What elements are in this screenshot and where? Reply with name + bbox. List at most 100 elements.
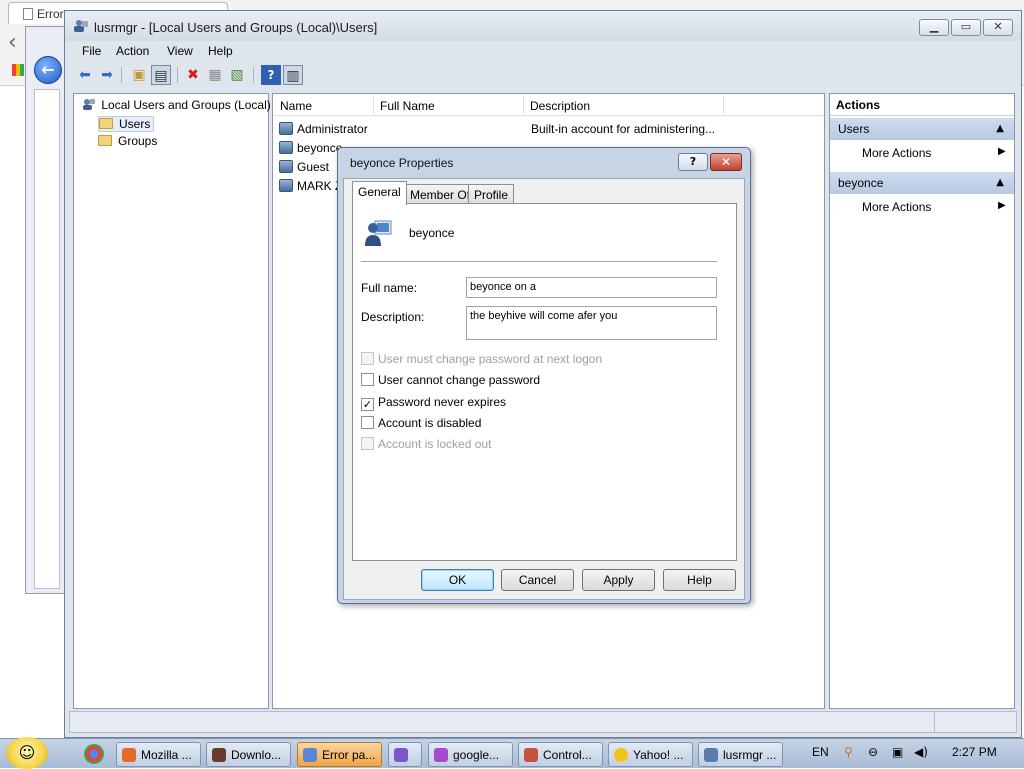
checkbox-box (361, 437, 374, 450)
tree-item-groups[interactable]: Groups (98, 134, 157, 148)
menu-action[interactable]: Action (116, 44, 149, 58)
account-disabled-checkbox[interactable]: Account is disabled (361, 416, 481, 430)
browser-tab-title: Error (37, 7, 64, 21)
checkbox-box (361, 352, 374, 365)
taskbar-item-error-page[interactable]: Error pa... (297, 742, 382, 767)
show-hide-tree-icon[interactable]: ▤ (151, 65, 171, 85)
back-arrow-icon[interactable]: ← (34, 56, 62, 84)
users-app-icon (74, 20, 88, 32)
list-row-guest[interactable]: Guest (279, 160, 329, 174)
browser-back-icon[interactable]: ‹ (8, 30, 17, 55)
checkbox-box[interactable] (361, 373, 374, 386)
close-button[interactable]: ✕ (983, 19, 1013, 36)
folder-icon (98, 135, 112, 146)
taskbar-item-downloads[interactable]: Downlo... (206, 742, 291, 767)
more-actions-label: More Actions (862, 146, 932, 160)
checkbox-label: Password never expires (378, 395, 507, 409)
collapse-icon[interactable]: ▲ (996, 177, 1004, 188)
row-name: MARK Z (297, 179, 343, 193)
downloads-icon (212, 748, 226, 762)
delete-icon[interactable]: ✖ (183, 65, 203, 85)
apply-button[interactable]: Apply (582, 569, 655, 591)
list-row-beyonce[interactable]: beyonce (279, 141, 342, 155)
dialog-title: beyonce Properties (350, 156, 454, 170)
more-actions-users[interactable]: More Actions ▶ (862, 146, 1006, 160)
chrome-icon[interactable] (84, 744, 104, 764)
control-panel-icon (524, 748, 538, 762)
more-actions-label: More Actions (862, 200, 932, 214)
taskbar-item-mozilla[interactable]: Mozilla ... (116, 742, 201, 767)
tree-root[interactable]: Local Users and Groups (Local) (82, 98, 271, 112)
ok-button[interactable]: OK (421, 569, 494, 591)
actions-section-beyonce[interactable]: beyonce ▲ (830, 172, 1014, 194)
volume-icon[interactable]: ◀) (914, 745, 928, 759)
taskbar-item-browser[interactable] (388, 742, 422, 767)
properties-icon[interactable]: ▦ (205, 65, 225, 85)
row-name: Administrator (297, 122, 368, 136)
full-name-field[interactable]: beyonce on a (466, 277, 717, 298)
menu-bar: File Action View Help (65, 41, 1021, 61)
back-icon[interactable]: ⬅ (75, 65, 95, 85)
menu-help[interactable]: Help (208, 44, 233, 58)
col-name[interactable]: Name (280, 99, 312, 113)
separator (361, 261, 717, 262)
window-title: lusrmgr - [Local Users and Groups (Local… (94, 20, 378, 35)
tab-member-of[interactable]: Member Of (404, 184, 477, 204)
taskbar-item-google[interactable]: google... (428, 742, 513, 767)
tray-app-icon[interactable]: ⊖ (868, 745, 878, 759)
password-never-expires-checkbox[interactable]: ✓ Password never expires (361, 395, 506, 411)
description-field[interactable]: the beyhive will come afer you (466, 306, 717, 340)
col-full-name[interactable]: Full Name (380, 99, 435, 113)
start-button[interactable]: ☺ (6, 737, 48, 769)
help-icon[interactable]: ? (261, 65, 281, 85)
users-group-icon (83, 99, 95, 110)
cancel-button[interactable]: Cancel (501, 569, 574, 591)
language-indicator[interactable]: EN (812, 745, 829, 759)
clock[interactable]: 2:27 PM (952, 745, 997, 759)
checkbox-label: User must change password at next logon (378, 352, 603, 366)
actions-section-title: beyonce (838, 176, 884, 190)
list-row-mark[interactable]: MARK Z (279, 179, 342, 193)
dialog-help-button[interactable]: ? (678, 153, 708, 171)
tab-general[interactable]: General (352, 181, 407, 205)
dialog-close-button[interactable]: ✕ (710, 153, 742, 171)
list-row-administrator[interactable]: Administrator (279, 122, 368, 136)
minimize-button[interactable]: ▁ (919, 19, 949, 36)
taskbar: ☺ Mozilla ... Downlo... Error pa... goog… (0, 737, 1024, 769)
forward-icon[interactable]: ➡ (97, 65, 117, 85)
tab-profile[interactable]: Profile (468, 184, 515, 204)
folder-icon (99, 118, 113, 129)
page-icon (23, 8, 33, 20)
checkbox-box[interactable] (361, 416, 374, 429)
maximize-button[interactable]: ▭ (951, 19, 981, 36)
must-change-password-checkbox: User must change password at next logon (361, 352, 602, 366)
general-tab-page: beyonce Full name: beyonce on a Descript… (352, 203, 737, 561)
checkbox-label: User cannot change password (378, 373, 541, 387)
network-icon[interactable]: ▣ (892, 745, 903, 759)
taskbar-item-control-panel[interactable]: Control... (518, 742, 603, 767)
cannot-change-password-checkbox[interactable]: User cannot change password (361, 373, 540, 387)
menu-view[interactable]: View (167, 44, 193, 58)
help-button[interactable]: Help (663, 569, 736, 591)
apps-icon[interactable] (12, 64, 24, 76)
up-folder-icon[interactable]: ▣ (129, 65, 149, 85)
menu-file[interactable]: File (82, 44, 101, 58)
collapse-icon[interactable]: ▲ (996, 123, 1004, 134)
user-icon (279, 122, 293, 135)
show-action-pane-icon[interactable]: ▥ (283, 65, 303, 85)
export-list-icon[interactable]: ▧ (227, 65, 247, 85)
tree-item-users[interactable]: Users (98, 116, 155, 132)
taskbar-item-label: lusrmgr ... (723, 748, 777, 762)
properties-dialog: beyonce Properties ? ✕ General Member Of… (337, 147, 751, 604)
tree-item-users-label: Users (119, 117, 151, 131)
taskbar-item-yahoo[interactable]: Yahoo! ... (608, 742, 693, 767)
more-actions-beyonce[interactable]: More Actions ▶ (862, 200, 1006, 214)
taskbar-item-lusrmgr[interactable]: lusrmgr ... (698, 742, 783, 767)
toolbar: ⬅ ➡ ▣ ▤ ✖ ▦ ▧ ? ▥ (65, 63, 1021, 87)
search-icon[interactable]: ⚲ (844, 745, 853, 759)
checkbox-box[interactable]: ✓ (361, 398, 374, 411)
col-description[interactable]: Description (530, 99, 590, 113)
tree-root-label: Local Users and Groups (Local) (101, 98, 271, 112)
actions-section-users[interactable]: Users ▲ (830, 118, 1014, 140)
background-window (25, 26, 67, 594)
